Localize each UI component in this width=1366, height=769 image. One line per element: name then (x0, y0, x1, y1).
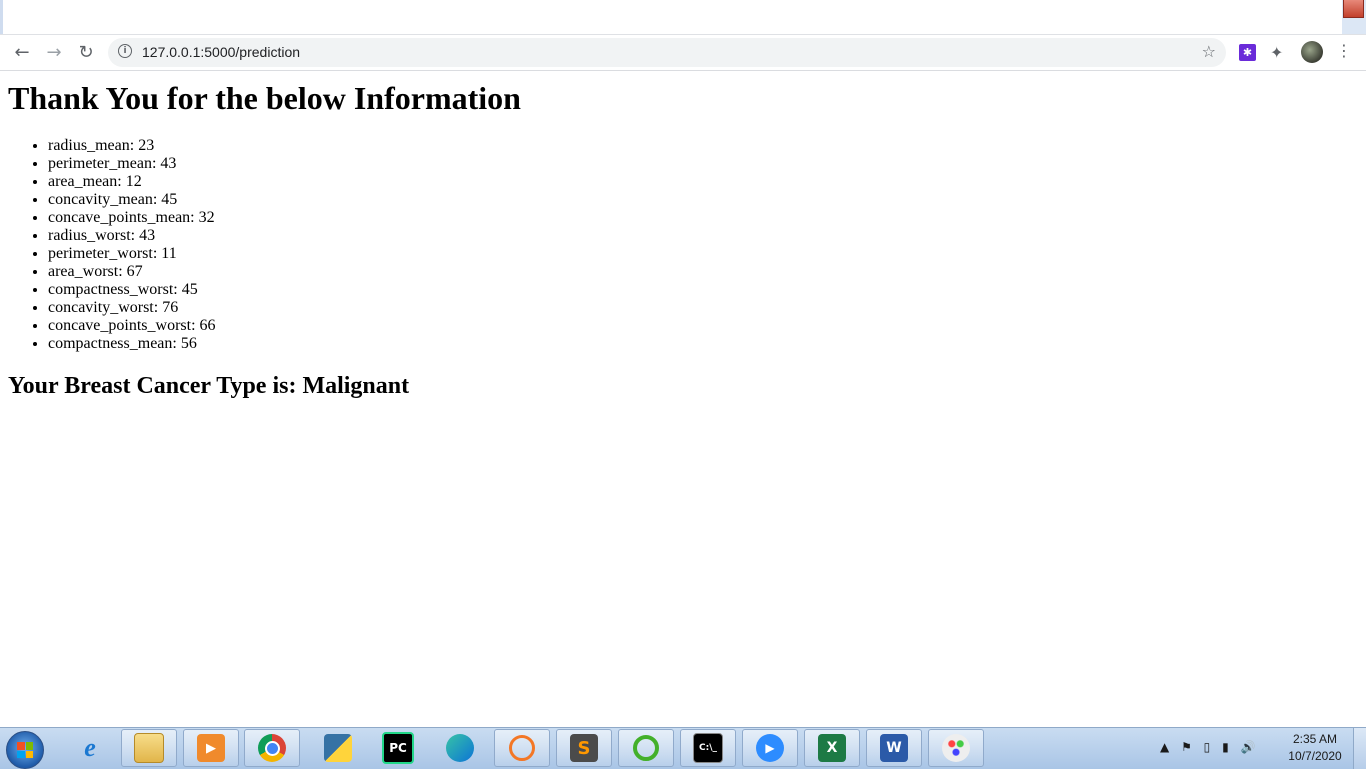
forward-button[interactable]: → (40, 38, 68, 66)
bookmark-star-icon[interactable]: ☆ (1202, 42, 1216, 61)
address-bar[interactable]: i 127.0.0.1:5000/prediction ☆ (108, 38, 1226, 67)
python-icon (324, 734, 352, 762)
taskbar-pycharm[interactable]: PC (370, 729, 426, 767)
taskbar-anaconda[interactable] (618, 729, 674, 767)
list-item: radius_worst: 43 (48, 227, 216, 245)
browser-tab-strip (0, 0, 1366, 35)
list-item: compactness_mean: 56 (48, 335, 216, 353)
list-item: concave_points_worst: 66 (48, 317, 216, 335)
pycharm-icon: PC (382, 732, 414, 764)
reload-button[interactable]: ↻ (72, 38, 100, 66)
taskbar-python[interactable] (310, 729, 366, 767)
system-tray: ▲ ⚑ ▯ ▮ 🔊 (1160, 740, 1263, 754)
extensions-puzzle-icon[interactable]: ✦ (1270, 43, 1283, 62)
excel-icon: X (818, 734, 846, 762)
word-icon: W (880, 734, 908, 762)
list-item: radius_mean: 23 (48, 137, 216, 155)
taskbar-jupyter[interactable] (494, 729, 550, 767)
windows-logo-icon (17, 742, 33, 758)
window-close-button[interactable] (1343, 0, 1364, 18)
show-desktop-button[interactable] (1353, 728, 1366, 769)
taskbar-media-player[interactable]: ▶ (183, 729, 239, 767)
battery-icon[interactable]: ▯ (1204, 740, 1211, 754)
taskbar-excel[interactable]: X (804, 729, 860, 767)
clock-date: 10/7/2020 (1288, 749, 1342, 763)
taskbar-ie[interactable]: e (62, 729, 118, 767)
anaconda-icon (633, 735, 659, 761)
list-item: concavity_mean: 45 (48, 191, 216, 209)
chrome-icon (258, 734, 286, 762)
taskbar-command-prompt[interactable]: C:\_ (680, 729, 736, 767)
volume-icon[interactable]: 🔊 (1241, 740, 1256, 754)
clock-time: 2:35 AM (1292, 732, 1338, 746)
list-item: concave_points_mean: 32 (48, 209, 216, 227)
list-item: concavity_worst: 76 (48, 299, 216, 317)
zoom-icon: ▶ (756, 734, 784, 762)
window-controls (1342, 0, 1366, 34)
jupyter-icon (509, 735, 535, 761)
network-signal-icon[interactable]: ▮ (1222, 740, 1229, 754)
taskbar-zoom[interactable]: ▶ (742, 729, 798, 767)
tab-strip-edge (0, 0, 3, 34)
paint-icon (942, 734, 970, 762)
command-prompt-icon: C:\_ (693, 733, 723, 763)
taskbar-word[interactable]: W (866, 729, 922, 767)
taskbar-chrome[interactable] (244, 729, 300, 767)
media-player-icon: ▶ (197, 734, 225, 762)
list-item: perimeter_mean: 43 (48, 155, 216, 173)
file-explorer-icon (134, 733, 164, 763)
start-button[interactable] (6, 731, 44, 769)
taskbar-clock[interactable]: 2:35 AM 10/7/2020 (1276, 731, 1354, 765)
edge-icon (446, 734, 474, 762)
action-center-flag-icon[interactable]: ⚑ (1181, 740, 1192, 754)
address-bar-url[interactable]: 127.0.0.1:5000/prediction (142, 44, 300, 60)
browser-toolbar: ← → ↻ i 127.0.0.1:5000/prediction ☆ ✱ ✦ … (0, 35, 1366, 71)
back-arrow-icon: ← (14, 41, 30, 63)
taskbar-paint[interactable] (928, 729, 984, 767)
page-heading: Thank You for the below Information (8, 80, 521, 116)
back-button[interactable]: ← (8, 38, 36, 66)
taskbar-edge[interactable] (432, 729, 488, 767)
taskbar-sublime[interactable]: S (556, 729, 612, 767)
taskbar-file-explorer[interactable] (121, 729, 177, 767)
list-item: area_mean: 12 (48, 173, 216, 191)
prediction-result: Your Breast Cancer Type is: Malignant (8, 373, 410, 399)
internet-explorer-icon: e (84, 733, 96, 762)
input-values-list: radius_mean: 23 perimeter_mean: 43 area_… (8, 137, 216, 353)
page-content: Thank You for the below Information radi… (0, 71, 1366, 727)
browser-menu-icon[interactable]: ⋮ (1336, 41, 1352, 60)
reload-icon: ↻ (78, 41, 94, 63)
sublime-text-icon: S (570, 734, 598, 762)
profile-avatar[interactable] (1301, 41, 1323, 63)
tray-expand-icon[interactable]: ▲ (1160, 740, 1169, 754)
taskbar: e ▶ PC S C:\_ ▶ X W ▲ ⚑ ▯ ▮ 🔊 2:35 AM 10… (0, 727, 1366, 769)
forward-arrow-icon: → (46, 41, 62, 63)
site-info-icon[interactable]: i (118, 44, 132, 58)
list-item: perimeter_worst: 11 (48, 245, 216, 263)
extension-icon[interactable]: ✱ (1239, 44, 1256, 61)
list-item: area_worst: 67 (48, 263, 216, 281)
list-item: compactness_worst: 45 (48, 281, 216, 299)
